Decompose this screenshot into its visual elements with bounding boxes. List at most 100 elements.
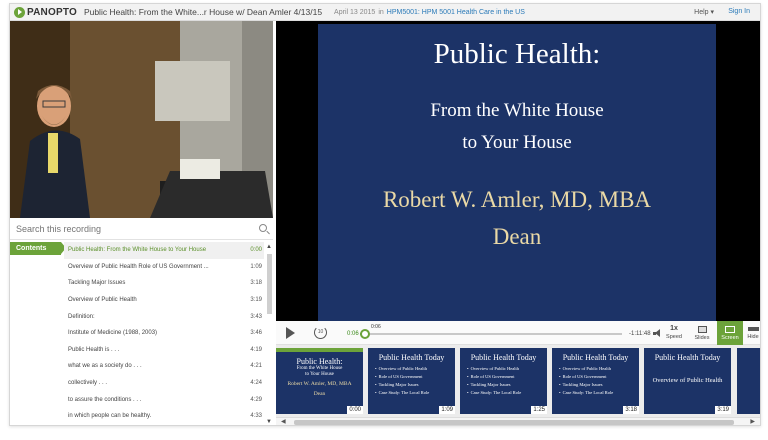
slide-thumbnail[interactable]: Public Health Today Overview of Public He… (460, 348, 547, 414)
hide-button[interactable]: Hide (744, 321, 760, 345)
thumbnail-subtitle: to Your House (305, 372, 334, 377)
search-icon[interactable] (259, 224, 267, 232)
thumbnail-bullet: Overview of Public Health (375, 365, 455, 373)
slide-subtitle-line2: to Your House (462, 132, 572, 153)
slide-thumbnail[interactable]: Public Health: From the White House to You… (276, 348, 363, 414)
contents-item-time: 4:21 (250, 363, 262, 370)
slide-thumbnail[interactable]: Public Health Today Overview of Public He… (644, 348, 731, 414)
scroll-down-icon[interactable]: ▼ (266, 419, 272, 425)
rewind-icon[interactable]: 10 (314, 326, 327, 339)
camera-video[interactable] (10, 21, 273, 218)
current-slide: Public Health: From the White House to Y… (318, 24, 716, 321)
scroll-left-icon[interactable]: ◀ (281, 418, 286, 425)
screen-button[interactable]: Screen (717, 321, 743, 345)
thumbnail-bullet: Case Study: The Local Role (467, 389, 547, 397)
current-time: 0:06 (347, 331, 359, 337)
contents-item-title: Overview of Public Health Role of US Gov… (68, 263, 209, 270)
slide-thumbnail-partial[interactable] (737, 348, 760, 414)
contents-item[interactable]: Public Health: From the White House to Y… (64, 242, 264, 259)
panopto-logo[interactable]: PANOPTO (14, 6, 77, 19)
speed-button[interactable]: 1x Speed (661, 321, 687, 345)
thumbnail-role: Dean (313, 391, 326, 397)
contents-item-title: Public Health is . . . (68, 346, 120, 353)
speaker-video-frame (10, 21, 273, 218)
slide-title: Public Health: (433, 38, 601, 70)
tab-contents[interactable]: Contents (10, 242, 66, 255)
thumbnail-time: 1:09 (439, 406, 455, 414)
recording-date: April 13 2015 (334, 8, 376, 16)
thumbnail-time: 0:00 (347, 406, 363, 414)
slide-thumbnail[interactable]: Public Health Today Overview of Public He… (368, 348, 455, 414)
contents-item[interactable]: Overview of Public Health Role of US Gov… (64, 259, 264, 276)
screen-icon (725, 326, 735, 333)
filmstrip-scroll-thumb[interactable] (294, 420, 734, 425)
slide-subtitle-line1: From the White House (430, 100, 604, 121)
contents-item[interactable]: Institute of Medicine (1988, 2003) 3:46 (64, 325, 264, 342)
play-button[interactable] (286, 327, 295, 339)
contents-item-time: 3:19 (250, 297, 262, 304)
contents-item-title: Overview of Public Health (68, 297, 137, 304)
thumbnail-bullets: Overview of Public HealthRole of US Gove… (559, 365, 639, 397)
contents-item[interactable]: Tackling Major Issues 3:18 (64, 275, 264, 292)
thumbnail-bullet: Tackling Major Issues (559, 381, 639, 389)
contents-item[interactable]: to assure the conditions . . . 4:29 (64, 391, 264, 408)
contents-item[interactable]: Public Health is . . . 4:19 (64, 342, 264, 359)
thumbnail-bullets: Overview of Public HealthRole of US Gove… (467, 365, 547, 397)
slide-role: Dean (492, 224, 542, 249)
help-menu[interactable]: Help ▾ (694, 8, 714, 16)
hide-icon (747, 327, 759, 331)
folder-link[interactable]: HPM5001: HPM 5001 Health Care in the US (387, 9, 525, 16)
thumbnail-bullet: Overview of Public Health (559, 365, 639, 373)
contents-item[interactable]: Definition: 3:43 (64, 308, 264, 325)
thumbnail-bullet: Tackling Major Issues (375, 381, 455, 389)
scrollbar-thumb[interactable] (267, 254, 272, 314)
thumbnail-bullet: Tackling Major Issues (467, 381, 547, 389)
thumbnail-title: Public Health: (296, 357, 343, 366)
player-controls: 10 0:06 0:06 -1:11:48 1x Speed Slides Sc… (276, 321, 760, 345)
progress-time-label: 0:06 (371, 324, 381, 330)
thumbnail-title: Public Health Today (562, 353, 629, 362)
recording-title: Public Health: From the White...r House … (83, 7, 323, 17)
remaining-time: -1:11:48 (629, 331, 651, 337)
contents-item[interactable]: Overview of Public Health 3:19 (64, 292, 264, 309)
progress-handle[interactable] (360, 329, 371, 339)
contents-item[interactable]: collectively . . . 4:24 (64, 375, 264, 392)
scroll-right-icon[interactable]: ▶ (750, 418, 755, 425)
filmstrip-scrollbar[interactable]: ◀ ▶ (276, 417, 760, 425)
search-input[interactable] (16, 223, 246, 234)
screen-label: Screen (721, 335, 739, 341)
contents-item-time: 4:19 (250, 346, 262, 353)
contents-item[interactable]: in which people can be healthy. 4:33 (64, 408, 264, 425)
sign-in-link[interactable]: Sign In (728, 8, 750, 15)
contents-item-time: 0:00 (250, 247, 262, 254)
thumbnail-title: Public Health Today (470, 353, 537, 362)
thumbnail-title: Public Health Today (654, 353, 721, 362)
thumbnail-note: Overview of Public Health (652, 377, 723, 384)
speed-label: Speed (666, 334, 682, 340)
scroll-up-icon[interactable]: ▲ (266, 244, 272, 250)
screen-video[interactable]: Public Health: From the White House to Y… (276, 21, 760, 321)
header-bar: PANOPTO Public Health: From the White...… (10, 4, 760, 21)
slides-icon (697, 326, 707, 333)
speed-value: 1x (670, 325, 678, 332)
contents-item-title: Public Health: From the White House to Y… (68, 247, 207, 254)
viewer-window: PANOPTO Public Health: From the White...… (9, 3, 761, 426)
contents-item-time: 4:29 (250, 396, 262, 403)
contents-item-title: to assure the conditions . . . (68, 396, 142, 403)
slide-author: Robert W. Amler, MD, MBA (382, 187, 652, 212)
contents-item-title: Institute of Medicine (1988, 2003) (68, 330, 158, 337)
play-logo-icon (14, 6, 25, 18)
thumbnail-bullet: Role of US Government (559, 373, 639, 381)
contents-scrollbar[interactable]: ▲ ▼ (266, 242, 273, 425)
contents-item[interactable]: what we as a society do . . . 4:21 (64, 358, 264, 375)
progress-bar[interactable] (360, 329, 622, 339)
thumbnail-author: Robert W. Amler, MD, MBA (287, 381, 352, 387)
contents-item-title: collectively . . . (68, 380, 108, 387)
slides-button[interactable]: Slides (689, 321, 715, 345)
contents-item-time: 1:09 (250, 263, 262, 270)
logo-text: PANOPTO (27, 6, 77, 18)
contents-item-time: 3:18 (250, 280, 262, 287)
thumbnail-bullet: Case Study: The Local Role (375, 389, 455, 397)
thumbnail-bullet: Role of US Government (467, 373, 547, 381)
slide-thumbnail[interactable]: Public Health Today Overview of Public He… (552, 348, 639, 414)
